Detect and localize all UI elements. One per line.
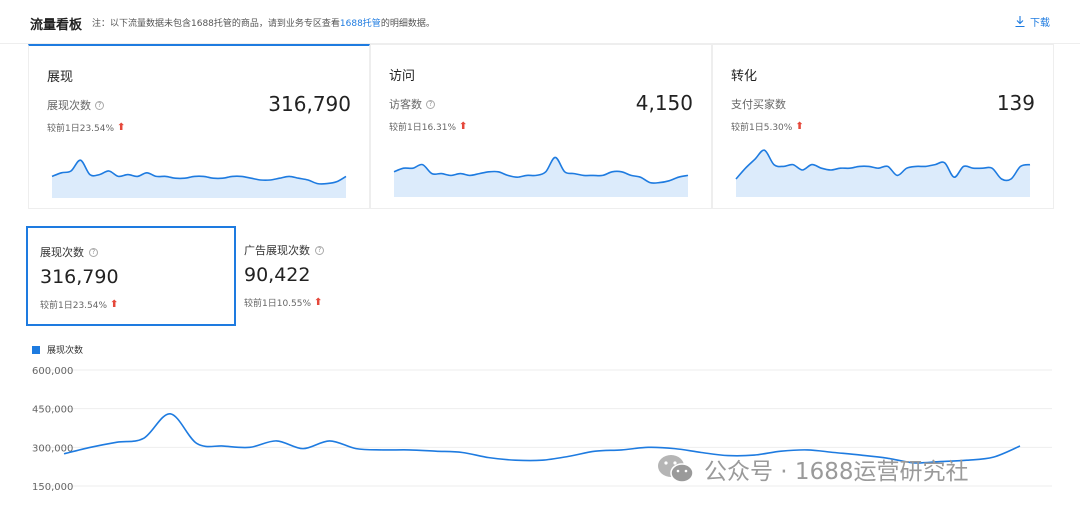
help-icon[interactable]: ? [95,100,104,110]
sub-label: 广告展现次数 ? [244,242,324,258]
sparkline-area [736,150,1030,197]
sub-metric-exposure[interactable]: 展现次数 ? 316,790 较前1日23.54% ⬆ [26,226,236,326]
sub-value: 90,422 [244,264,311,286]
metric-card-exposure[interactable]: 展现 展现次数 ? 316,790 较前1日23.54% ⬆ [28,44,370,209]
card-label: 支付买家数 [731,96,786,112]
metric-card-visits[interactable]: 访问 访客数 ? 4,150 较前1日16.31% ⬆ [370,44,712,209]
chart-legend[interactable]: 展现次数 [32,343,83,356]
sub-value: 316,790 [40,266,119,288]
dashboard-header: 流量看板 注：以下流量数据未包含1688托管的商品，请到业务专区查看1688托管… [0,0,1080,44]
card-name: 展现 [47,70,74,85]
note-suffix: 的明细数据。 [380,19,435,29]
header-note: 注：以下流量数据未包含1688托管的商品，请到业务专区查看1688托管的明细数据… [92,16,435,29]
sub-compare: 较前1日23.54% ⬆ [40,298,118,311]
card-value: 316,790 [268,92,351,116]
card-name: 转化 [731,69,758,84]
sub-metric-ad-exposure[interactable]: 广告展现次数 ? 90,422 较前1日10.55% ⬆ [232,226,442,326]
compare-text: 较前1日5.30% [731,123,793,133]
download-label: 下载 [1030,18,1050,29]
y-tick-label: 600,000 [32,366,73,377]
help-icon[interactable]: ? [89,247,98,257]
sparkline-exposure [51,159,347,198]
up-arrow-icon: ⬆ [110,299,119,310]
card-label-text: 展现次数 [47,99,91,112]
up-arrow-icon: ⬆ [795,121,804,132]
legend-swatch [32,345,40,354]
note-link[interactable]: 1688托管 [340,19,381,29]
note-prefix: 注：以下流量数据未包含1688托管的商品，请到业务专区查看 [92,19,340,29]
card-label-text: 访客数 [389,98,422,111]
compare-text: 较前1日23.54% [47,124,115,134]
legend-label: 展现次数 [47,346,84,356]
card-label: 访客数 ? [389,96,435,112]
traffic-dashboard: 流量看板 注：以下流量数据未包含1688托管的商品，请到业务专区查看1688托管… [0,0,1080,516]
card-compare: 较前1日5.30% ⬆ [731,120,804,133]
compare-text: 较前1日10.55% [244,299,312,309]
sparkline-area [394,157,688,197]
card-value: 139 [996,91,1035,115]
up-arrow-icon: ⬆ [314,297,323,308]
sub-compare: 较前1日10.55% ⬆ [244,296,322,309]
card-compare: 较前1日16.31% ⬆ [389,120,467,133]
sub-label-text: 展现次数 [40,246,84,259]
sparkline-visits [393,156,689,197]
y-tick-label: 150,000 [32,482,73,493]
card-label: 展现次数 ? [47,97,104,113]
watermark-text: 公众号 · 1688运营研究社 [704,459,969,485]
card-value: 4,150 [635,91,693,115]
wechat-icon [656,453,696,485]
sub-label: 展现次数 ? [40,244,98,260]
compare-text: 较前1日16.31% [389,123,457,133]
help-icon[interactable]: ? [315,245,324,255]
compare-text: 较前1日23.54% [40,301,108,311]
page-title: 流量看板 [30,18,83,33]
main-line-chart: 600,000450,000300,000150,000 [32,366,1052,493]
watermark: 公众号 · 1688运营研究社 [656,452,968,486]
y-tick-label: 450,000 [32,405,73,416]
card-name: 访问 [389,69,416,84]
card-compare: 较前1日23.54% ⬆ [47,121,125,134]
up-arrow-icon: ⬆ [459,121,468,132]
download-button[interactable]: 下载 [1015,14,1050,29]
metric-card-conversion[interactable]: 转化 支付买家数 139 较前1日5.30% ⬆ [712,44,1054,209]
card-label-text: 支付买家数 [731,98,786,111]
help-icon[interactable]: ? [426,99,435,109]
download-icon [1015,16,1025,27]
sub-label-text: 广告展现次数 [244,244,310,257]
up-arrow-icon: ⬆ [117,122,126,133]
sparkline-conversion [735,149,1031,197]
